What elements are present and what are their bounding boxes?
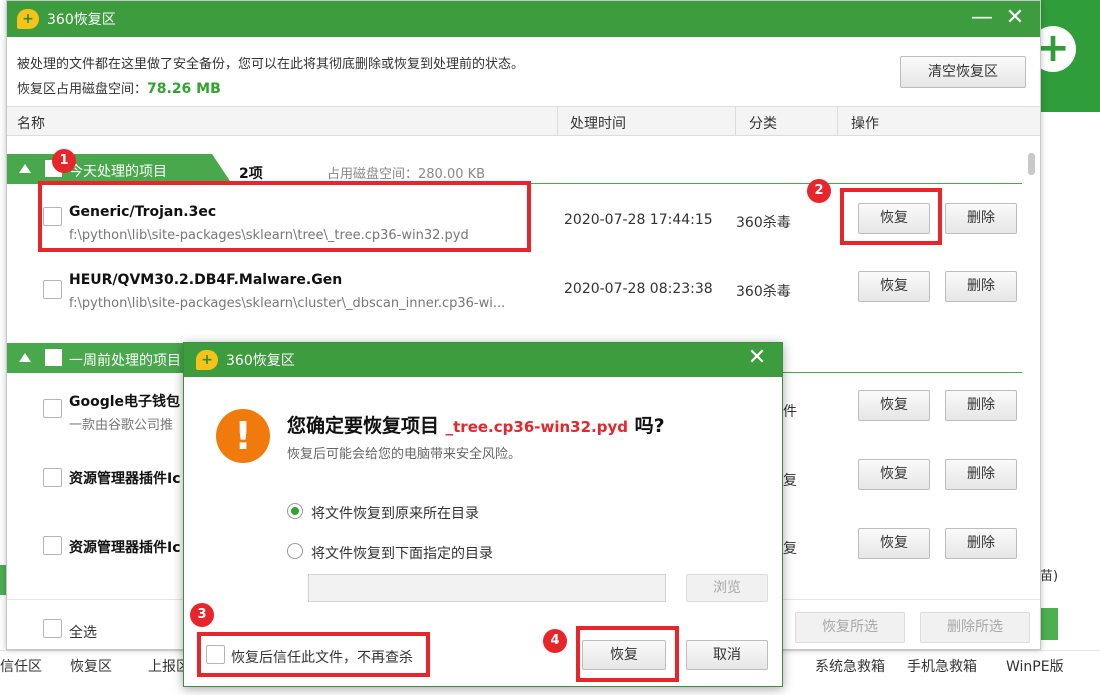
annotation-badge-2: 2 [807,179,831,203]
info-text: 被处理的文件都在这里做了安全备份，您可以在此将其彻底删除或恢复到处理前的状态。 [17,57,525,72]
annotation-badge-4: 4 [543,629,567,653]
group-label: 一周前处理的项目 [69,353,181,369]
item-time: 2020-07-28 17:44:15 [564,212,713,228]
bg-tab-phone-rescue[interactable]: 手机急救箱 [907,656,977,676]
item-path: f:\python\lib\site-packages\sklearn\clus… [69,296,506,311]
target-path-input[interactable] [308,574,666,602]
clear-recovery-button[interactable]: 清空恢复区 [900,56,1026,88]
group-count: 2项 [239,166,263,182]
dialog-cancel-button[interactable]: 取消 [686,640,768,670]
radio-original-dir[interactable] [287,503,303,519]
bg-tab-system-rescue[interactable]: 系统急救箱 [815,656,885,676]
scrollbar[interactable] [1026,151,1036,581]
item-path: 一款由谷歌公司推 [69,418,174,433]
item-category: 360杀毒 [736,284,791,300]
disk-usage-value: 78.26 MB [147,81,221,97]
annotation-box-1 [38,181,531,252]
delete-button[interactable]: 删除 [945,203,1017,234]
delete-button[interactable]: 删除 [945,390,1017,421]
group-label: 今天处理的项目 [69,164,167,180]
group-checkbox[interactable] [45,349,62,366]
item-name: 资源管理器插件Ic [69,471,181,487]
restore-button[interactable]: 恢复 [858,390,930,421]
minimize-button[interactable]: — [967,5,997,30]
header-name[interactable]: 名称 [17,113,45,133]
header-time[interactable]: 处理时间 [570,113,626,133]
360-logo-icon: + [196,350,218,370]
restore-button[interactable]: 恢复 [858,459,930,490]
group-week-ago[interactable]: 一周前处理的项目 [7,343,232,373]
background-edge-text: 苗) [1040,569,1059,584]
item-time: 2020-07-28 08:23:38 [564,281,713,297]
delete-button[interactable]: 删除 [945,459,1017,490]
question-suffix: 吗? [634,415,665,437]
dialog-titlebar: + 360恢复区 [184,343,782,377]
group-today[interactable]: 今天处理的项目 [7,154,232,184]
item-category: 件 [783,404,797,420]
annotation-box-2 [840,188,942,245]
restore-selected-button[interactable]: 恢复所选 [795,612,905,643]
item-name: HEUR/QVM30.2.DB4F.Malware.Gen [69,272,343,288]
delete-button[interactable]: 删除 [945,528,1017,559]
select-all-checkbox[interactable] [43,619,62,638]
warning-icon: ! [216,409,270,463]
header-action[interactable]: 操作 [851,113,879,133]
disk-usage-label: 恢复区占用磁盘空间： [17,82,148,97]
group-disk: 占用磁盘空间：280.00 KB [327,167,486,182]
option-original-label[interactable]: 将文件恢复到原来所在目录 [311,503,479,523]
collapse-icon[interactable] [19,353,31,362]
window-title: 360恢复区 [47,12,116,28]
question-prefix: 您确定要恢复项目 [287,415,440,437]
item-checkbox[interactable] [43,536,62,555]
bg-tab-trust[interactable]: 信任区 [0,656,42,676]
annotation-badge-3: 3 [190,603,214,627]
scroll-thumb[interactable] [1028,153,1035,175]
question-file: _tree.cp36-win32.pyd [445,418,628,436]
delete-button[interactable]: 删除 [945,271,1017,302]
annotation-box-4 [576,626,679,682]
restore-button[interactable]: 恢复 [858,271,930,302]
dialog-close-button[interactable]: ✕ [742,345,772,370]
dialog-title: 360恢复区 [226,353,295,369]
item-name: 资源管理器插件Ic [69,540,181,556]
bg-tab-winpe[interactable]: WinPE版 [1006,656,1064,676]
360-logo-icon: + [17,9,39,29]
radio-custom-dir[interactable] [287,543,303,559]
item-checkbox[interactable] [43,399,62,418]
browse-button[interactable]: 浏览 [686,574,768,602]
collapse-icon[interactable] [19,164,31,173]
window-titlebar: + 360恢复区 [7,1,1040,37]
annotation-badge-1: 1 [52,149,76,173]
close-button[interactable]: ✕ [1000,5,1030,30]
delete-selected-button[interactable]: 删除所选 [920,612,1030,643]
select-all-label[interactable]: 全选 [69,622,97,642]
item-name: Google电子钱包 [69,394,181,410]
annotation-box-3 [197,632,430,677]
item-category: 复 [783,473,797,489]
item-checkbox[interactable] [43,468,62,487]
disk-usage: 恢复区占用磁盘空间：78.26 MB [17,78,221,97]
item-category: 360杀毒 [736,215,791,231]
risk-subtitle: 恢复后可能会给您的电脑带来安全风险。 [287,447,522,462]
item-checkbox[interactable] [43,280,62,299]
background-edge-button[interactable] [1040,608,1058,640]
table-header: 名称 处理时间 分类 操作 [7,106,1040,136]
option-custom-label[interactable]: 将文件恢复到下面指定的目录 [311,543,493,563]
confirm-question: 您确定要恢复项目 _tree.cp36-win32.pyd 吗? [287,411,665,438]
bg-tab-recovery[interactable]: 恢复区 [70,656,112,676]
item-category: 复 [783,541,797,557]
restore-button[interactable]: 恢复 [858,528,930,559]
header-category[interactable]: 分类 [749,113,777,133]
